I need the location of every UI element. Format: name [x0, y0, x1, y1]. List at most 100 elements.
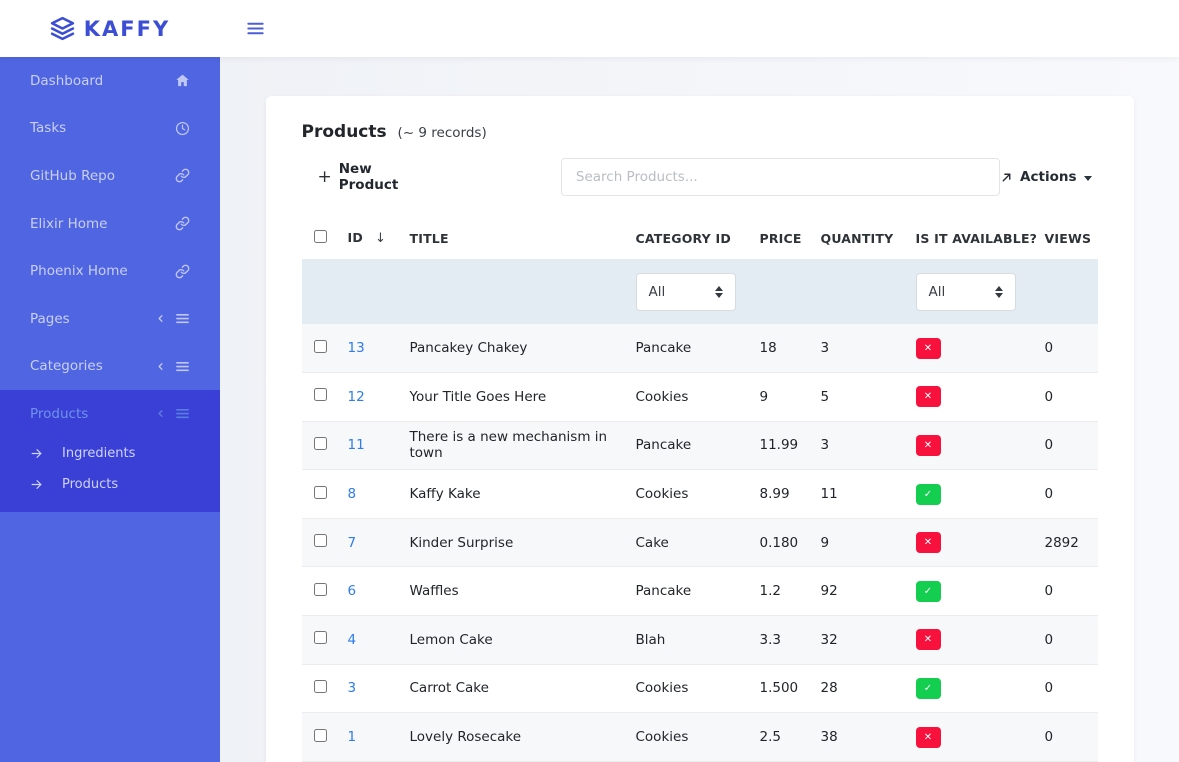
row-title: Lemon Cake	[402, 616, 628, 665]
row-id-link[interactable]: 13	[348, 340, 365, 356]
row-category: Cookies	[628, 664, 752, 713]
row-title: Carrot Cake	[402, 664, 628, 713]
sidebar-item-label: Products	[30, 406, 88, 422]
row-checkbox[interactable]	[314, 729, 327, 742]
row-category: Cookies	[628, 373, 752, 422]
category-filter-select[interactable]: All	[636, 273, 736, 311]
row-title: Kinder Surprise	[402, 518, 628, 567]
select-arrows-icon	[995, 286, 1003, 298]
column-header-category-id[interactable]: CATEGORY ID	[628, 214, 752, 259]
row-checkbox[interactable]	[314, 340, 327, 353]
actions-dropdown-button[interactable]: Actions	[1000, 169, 1091, 185]
row-category: Cookies	[628, 713, 752, 762]
row-title: Your Title Goes Here	[402, 373, 628, 422]
row-checkbox[interactable]	[314, 486, 327, 499]
availability-badge: ✕	[916, 386, 941, 407]
new-product-button[interactable]: + New Product	[302, 161, 433, 193]
sidebar-item-phoenix-home[interactable]: Phoenix Home	[0, 247, 220, 295]
column-header-views[interactable]: VIEWS	[1037, 214, 1098, 259]
sidebar-item-label: Phoenix Home	[30, 263, 128, 279]
sidebar: Dashboard Tasks GitHub Repo Elixir Home …	[0, 57, 220, 762]
sidebar-subitem-label: Products	[62, 477, 118, 492]
new-product-label: New Product	[339, 161, 433, 193]
row-price: 1.500	[752, 664, 813, 713]
sidebar-item-pages[interactable]: Pages	[0, 295, 220, 343]
row-id-link[interactable]: 1	[348, 729, 357, 745]
actions-label: Actions	[1020, 169, 1076, 185]
row-checkbox[interactable]	[314, 631, 327, 644]
category-filter-value: All	[649, 284, 666, 300]
row-quantity: 32	[813, 616, 908, 665]
plus-icon: +	[318, 167, 332, 187]
sidebar-subitem-products[interactable]: Products	[0, 469, 220, 500]
availability-badge: ✕	[916, 532, 941, 553]
row-id-link[interactable]: 7	[348, 535, 357, 551]
row-id-link[interactable]: 3	[348, 680, 357, 696]
row-quantity: 9	[813, 518, 908, 567]
sidebar-item-label: Pages	[30, 311, 70, 327]
column-header-title[interactable]: TITLE	[402, 214, 628, 259]
search-input[interactable]	[561, 158, 1000, 196]
sidebar-item-label: Elixir Home	[30, 216, 107, 232]
row-id-link[interactable]: 12	[348, 389, 365, 405]
row-id-link[interactable]: 6	[348, 583, 357, 599]
caret-down-icon	[1084, 176, 1092, 181]
main-content: Products (~ 9 records) + New Product Act…	[220, 0, 1179, 762]
sidebar-item-categories[interactable]: Categories	[0, 343, 220, 391]
logo-text: KAFFY	[84, 17, 170, 41]
toolbar: + New Product Actions	[302, 158, 1098, 196]
row-checkbox[interactable]	[314, 583, 327, 596]
availability-badge: ✓	[916, 581, 941, 602]
table-row: 8 Kaffy Kake Cookies 8.99 11 ✓ 0	[302, 470, 1098, 519]
hamburger-menu-icon[interactable]	[246, 19, 265, 38]
table-row: 13 Pancakey Chakey Pancake 18 3 ✕ 0	[302, 324, 1098, 373]
row-views: 0	[1037, 616, 1098, 665]
sidebar-item-tasks[interactable]: Tasks	[0, 105, 220, 153]
availability-badge: ✕	[916, 727, 941, 748]
column-header-quantity[interactable]: QUANTITY	[813, 214, 908, 259]
table-row: 11 There is a new mechanism in town Panc…	[302, 421, 1098, 470]
row-id-link[interactable]: 8	[348, 486, 357, 502]
column-header-id[interactable]: ID↓	[340, 214, 402, 259]
sidebar-item-products[interactable]: Products	[0, 390, 220, 438]
chevron-left-icon	[155, 313, 166, 324]
availability-badge: ✓	[916, 678, 941, 699]
brand-logo[interactable]: KAFFY	[0, 16, 220, 41]
select-all-checkbox[interactable]	[314, 230, 327, 243]
row-title: Lovely Rosecake	[402, 713, 628, 762]
row-price: 18	[752, 324, 813, 373]
row-price: 11.99	[752, 421, 813, 470]
row-quantity: 28	[813, 664, 908, 713]
sidebar-item-github-repo[interactable]: GitHub Repo	[0, 152, 220, 200]
availability-badge: ✕	[916, 435, 941, 456]
records-count: (~ 9 records)	[398, 125, 487, 141]
products-table: ID↓ TITLE CATEGORY ID PRICE QUANTITY IS …	[302, 214, 1098, 762]
sidebar-item-label: GitHub Repo	[30, 168, 115, 184]
availability-badge: ✕	[916, 338, 941, 359]
row-category: Cake	[628, 518, 752, 567]
home-icon	[175, 73, 190, 88]
row-checkbox[interactable]	[314, 680, 327, 693]
sort-desc-icon[interactable]: ↓	[375, 231, 386, 246]
sidebar-item-elixir-home[interactable]: Elixir Home	[0, 200, 220, 248]
row-checkbox[interactable]	[314, 388, 327, 401]
row-id-link[interactable]: 11	[348, 437, 365, 453]
row-price: 8.99	[752, 470, 813, 519]
sidebar-item-dashboard[interactable]: Dashboard	[0, 57, 220, 105]
link-icon	[175, 264, 190, 279]
sidebar-item-label: Dashboard	[30, 73, 103, 89]
column-header-is-it-available[interactable]: IS IT AVAILABLE?	[908, 214, 1037, 259]
table-header-row: ID↓ TITLE CATEGORY ID PRICE QUANTITY IS …	[302, 214, 1098, 259]
row-checkbox[interactable]	[314, 534, 327, 547]
menu-icon	[175, 359, 190, 374]
row-views: 0	[1037, 567, 1098, 616]
menu-icon	[175, 311, 190, 326]
available-filter-select[interactable]: All	[916, 273, 1016, 311]
table-row: 7 Kinder Surprise Cake 0.180 9 ✕ 2892	[302, 518, 1098, 567]
row-checkbox[interactable]	[314, 437, 327, 450]
column-header-price[interactable]: PRICE	[752, 214, 813, 259]
available-filter-value: All	[929, 284, 946, 300]
select-arrows-icon	[715, 286, 723, 298]
row-id-link[interactable]: 4	[348, 632, 357, 648]
sidebar-subitem-ingredients[interactable]: Ingredients	[0, 438, 220, 469]
